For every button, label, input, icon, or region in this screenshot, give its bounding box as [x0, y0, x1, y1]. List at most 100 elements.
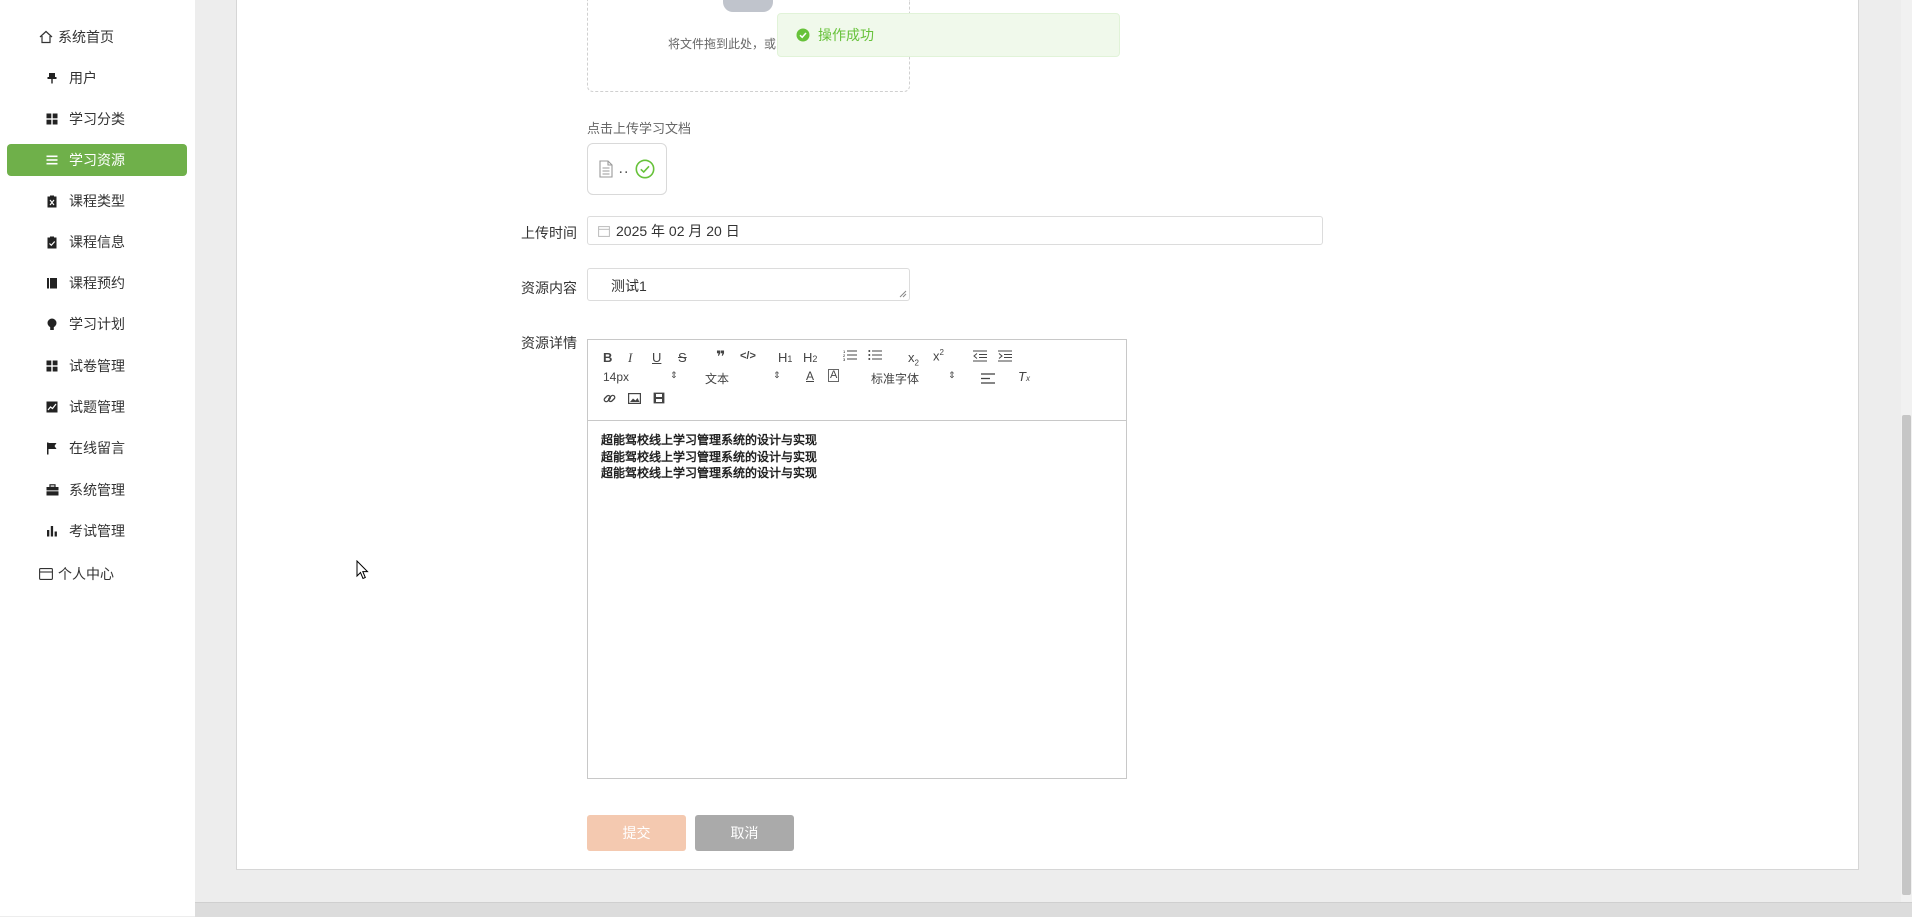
sidebar-item-course-type[interactable]: 课程类型 — [7, 185, 187, 217]
briefcase-icon — [43, 481, 61, 499]
image-icon[interactable] — [628, 392, 642, 407]
sidebar-item-system-management[interactable]: 系统管理 — [7, 474, 187, 506]
uploaded-file[interactable]: .. — [587, 143, 667, 195]
editor-line: 超能驾校线上学习管理系统的设计与实现 — [601, 466, 818, 480]
sidebar-item-study-category[interactable]: 学习分类 — [7, 103, 187, 135]
cancel-button[interactable]: 取消 — [695, 815, 794, 851]
upload-cloud-icon — [723, 0, 773, 12]
book-icon — [43, 274, 61, 292]
sidebar-item-label: 个人中心 — [58, 566, 114, 582]
upload-time-input[interactable]: 2025 年 02 月 20 日 — [587, 216, 1323, 245]
success-check-icon — [796, 28, 810, 42]
link-icon[interactable] — [603, 392, 616, 408]
h1-icon[interactable]: H1 — [778, 350, 792, 365]
toast-text: 操作成功 — [818, 27, 874, 43]
outdent-icon[interactable] — [973, 350, 987, 365]
upload-success-icon — [635, 159, 655, 179]
editor-content[interactable]: 超能驾校线上学习管理系统的设计与实现 超能驾校线上学习管理系统的设计与实现 超能… — [588, 421, 1126, 493]
upload-hint: 将文件拖到此处，或 — [668, 37, 777, 51]
sidebar-item-label: 课程信息 — [69, 234, 125, 250]
sidebar-item-users[interactable]: 用户 — [7, 62, 187, 94]
chevron-updown-icon: ⇕ — [670, 370, 678, 380]
sidebar-item-label: 用户 — [69, 70, 97, 86]
ordered-list-icon[interactable]: 123 — [843, 349, 857, 364]
background-color-icon[interactable]: A — [828, 369, 840, 382]
video-icon[interactable] — [653, 392, 665, 407]
list-icon — [43, 151, 61, 169]
content-label: 资源内容 — [521, 280, 577, 296]
sidebar-item-label: 学习分类 — [69, 111, 125, 127]
home-icon — [37, 28, 55, 46]
upload-time-label: 上传时间 — [521, 225, 577, 241]
sidebar-item-study-plan[interactable]: 学习计划 — [7, 308, 187, 340]
editor-toolbar: B I U S ❞ </> H1 H2 123 x2 x2 14px ⇕ 文本 … — [588, 340, 1126, 421]
sidebar-item-home[interactable]: 系统首页 — [7, 21, 187, 53]
editor-line: 超能驾校线上学习管理系统的设计与实现 — [601, 449, 818, 464]
sidebar-item-online-message[interactable]: 在线留言 — [7, 432, 187, 464]
sidebar-item-paper-management[interactable]: 试卷管理 — [7, 350, 187, 382]
detail-label: 资源详情 — [521, 335, 577, 351]
bullet-list-icon[interactable] — [868, 349, 882, 364]
clipboard-icon — [43, 192, 61, 210]
sidebar-item-label: 课程类型 — [69, 193, 125, 209]
calendar-icon — [598, 225, 610, 237]
bold-icon[interactable]: B — [603, 350, 612, 365]
underline-icon[interactable]: U — [652, 350, 661, 365]
sidebar-item-label: 系统管理 — [69, 482, 125, 498]
content-textarea[interactable]: 测试1 — [587, 268, 910, 301]
grid-icon — [43, 110, 61, 128]
sidebar-item-course-info[interactable]: 课程信息 — [7, 226, 187, 258]
blockquote-icon[interactable]: ❞ — [716, 347, 725, 367]
upload-time-value: 2025 年 02 月 20 日 — [616, 222, 740, 239]
chevron-updown-icon: ⇕ — [948, 370, 956, 380]
bulb-icon — [43, 315, 61, 333]
document-icon — [598, 160, 613, 178]
italic-icon[interactable]: I — [628, 350, 632, 366]
editor-line: 超能驾校线上学习管理系统的设计与实现 — [601, 433, 818, 447]
font-family-select[interactable]: 标准字体 — [871, 370, 919, 387]
content-value: 测试1 — [611, 278, 647, 294]
font-color-icon[interactable]: A — [806, 369, 814, 383]
sidebar-item-label: 试卷管理 — [69, 358, 125, 374]
h2-icon[interactable]: H2 — [803, 350, 817, 365]
success-toast: 操作成功 — [777, 13, 1120, 57]
font-size-select[interactable]: 14px — [603, 370, 629, 384]
clipboard-check-icon — [43, 233, 61, 251]
sidebar-item-label: 课程预约 — [69, 275, 125, 291]
file-name: .. — [618, 160, 630, 177]
horizontal-scrollbar[interactable] — [195, 902, 1912, 917]
subscript-icon[interactable]: x2 — [908, 350, 919, 368]
clear-format-icon[interactable]: Tx — [1018, 369, 1030, 384]
chevron-updown-icon: ⇕ — [773, 370, 781, 380]
grid-icon — [43, 357, 61, 375]
chart-icon — [43, 398, 61, 416]
superscript-icon[interactable]: x2 — [933, 348, 944, 363]
sidebar: 系统首页 用户 学习分类 学习资源 课程类型 课程信息 课程预约 学习计划 试卷… — [0, 0, 196, 916]
sidebar-item-label: 考试管理 — [69, 523, 125, 539]
align-icon[interactable] — [981, 372, 995, 387]
id-card-icon — [37, 565, 55, 583]
indent-icon[interactable] — [998, 350, 1012, 365]
mouse-cursor-icon — [356, 559, 369, 583]
sidebar-item-exam-management[interactable]: 考试管理 — [7, 515, 187, 547]
format-select[interactable]: 文本 — [705, 370, 729, 387]
submit-button[interactable]: 提交 — [587, 815, 686, 851]
resize-handle-icon[interactable] — [899, 290, 907, 298]
sidebar-item-label: 学习资源 — [69, 152, 125, 168]
sidebar-item-course-booking[interactable]: 课程预约 — [7, 267, 187, 299]
sidebar-item-personal-center[interactable]: 个人中心 — [7, 558, 187, 590]
sidebar-item-study-resources[interactable]: 学习资源 — [7, 144, 187, 176]
rich-text-editor[interactable]: B I U S ❞ </> H1 H2 123 x2 x2 14px ⇕ 文本 … — [587, 339, 1127, 779]
svg-text:3: 3 — [843, 357, 846, 361]
bar-chart-icon — [43, 522, 61, 540]
sidebar-item-label: 试题管理 — [69, 399, 125, 415]
sidebar-item-question-management[interactable]: 试题管理 — [7, 391, 187, 423]
scrollbar-thumb[interactable] — [1902, 415, 1911, 895]
vertical-scrollbar[interactable] — [1901, 0, 1912, 916]
code-icon[interactable]: </> — [740, 350, 756, 362]
upload-doc-label[interactable]: 点击上传学习文档 — [587, 118, 691, 137]
strike-icon[interactable]: S — [678, 350, 687, 365]
sidebar-item-label: 系统首页 — [58, 29, 114, 45]
pin-icon — [43, 69, 61, 87]
sidebar-item-label: 在线留言 — [69, 440, 125, 456]
